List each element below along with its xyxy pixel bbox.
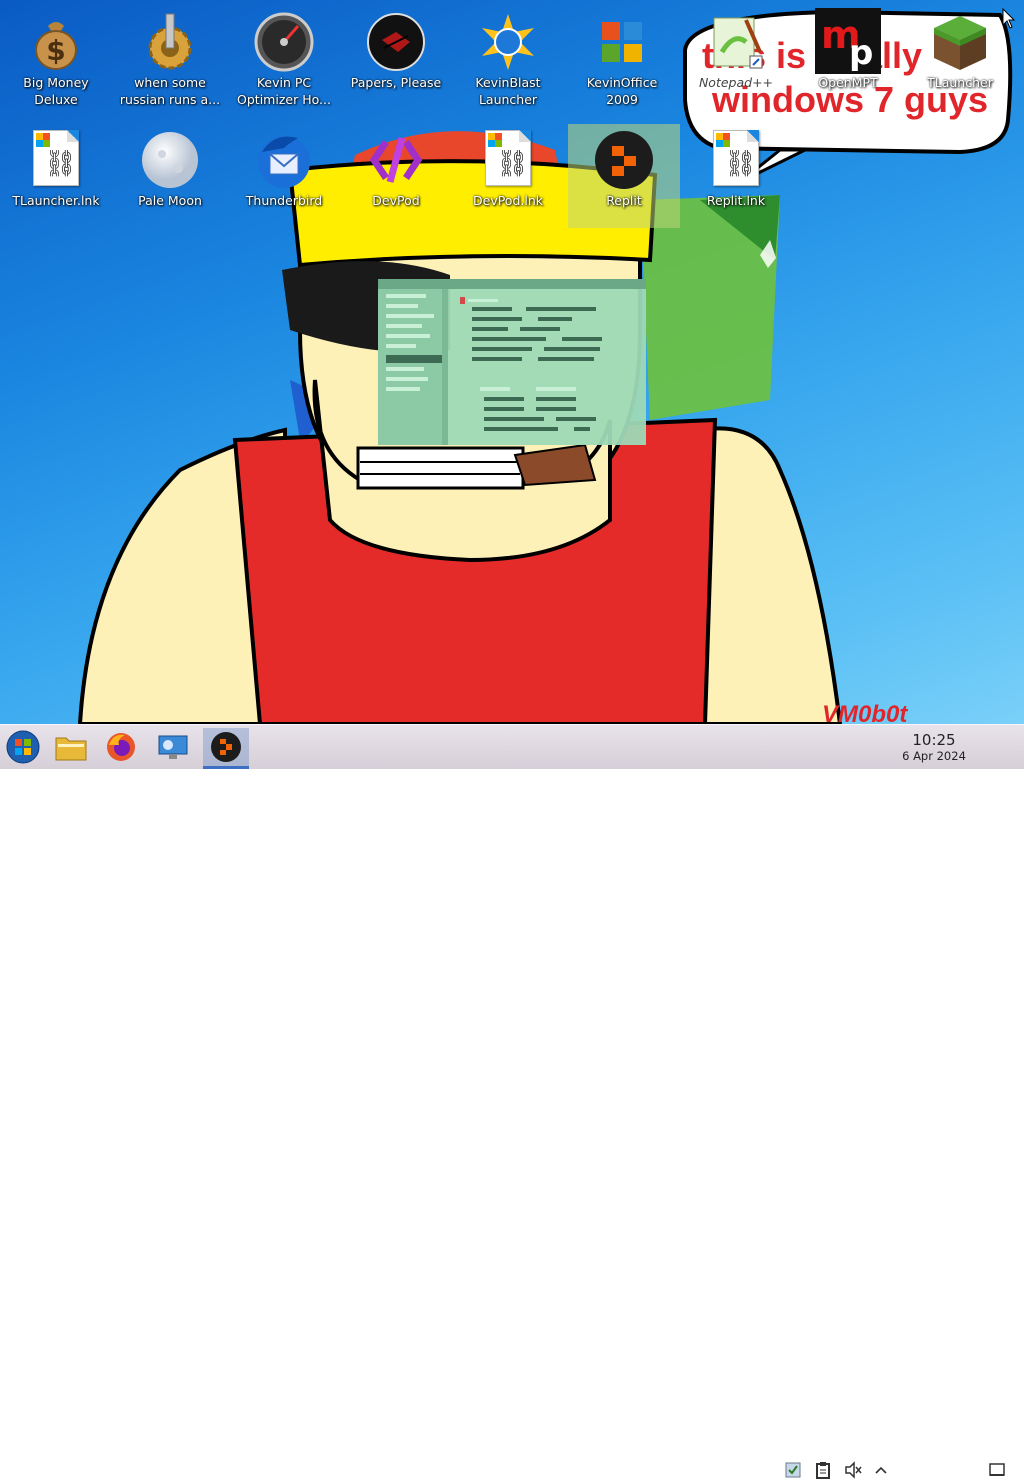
svg-text:$: $: [46, 34, 65, 67]
grass-block-icon: [930, 12, 990, 72]
desktop-icon-notepad-plus-plus[interactable]: Notepad++: [680, 6, 792, 110]
replit-icon: [594, 130, 654, 190]
desktop-icon-label: Notepad++: [698, 75, 774, 90]
desktop-icon-label: Replit: [606, 193, 642, 208]
clock-date: 6 Apr 2024: [902, 749, 966, 763]
desktop-icon-kevinoffice-2009[interactable]: KevinOffice 2009: [566, 6, 678, 110]
wallpaper-signature: VM0b0t: [822, 701, 908, 724]
start-orb-icon: [6, 730, 40, 764]
desktop-icon-label: Pale Moon: [138, 193, 202, 208]
taskbar-system-settings[interactable]: [152, 728, 194, 766]
tray-volume[interactable]: [842, 1459, 864, 1481]
taskbar-firefox[interactable]: [100, 728, 142, 766]
desktop-icon-devpod-lnk[interactable]: ⛓ DevPod.lnk: [452, 124, 564, 228]
office-icon: [592, 12, 652, 72]
desktop-icon-devpod[interactable]: DevPod: [340, 124, 452, 228]
file-explorer-icon: [55, 737, 87, 761]
desktop-icon-label: OpenMPT: [818, 75, 878, 90]
windows-flag-icon: [36, 133, 50, 147]
replit-icon: [211, 732, 241, 762]
svg-text:p: p: [849, 33, 873, 73]
speedometer-icon: [254, 12, 314, 72]
taskbar: [0, 724, 1024, 1479]
desktop-icon-label: KevinBlast Launcher: [475, 75, 541, 107]
desktop-icon-label: Replit.lnk: [706, 193, 766, 208]
clock-time: 10:25: [912, 731, 956, 749]
chain-link-icon: ⛓: [44, 149, 78, 179]
windows-flag-icon: [488, 133, 502, 147]
notepad-plus-plus-icon: [706, 12, 766, 72]
system-settings-icon: [158, 735, 188, 759]
money-bag-icon: $: [26, 12, 86, 72]
desktop-icon-label: Papers, Please: [350, 75, 442, 90]
desktop-icon-openmpt[interactable]: mp OpenMPT: [792, 6, 904, 110]
desktop-icon-kevinblast-launcher[interactable]: KevinBlast Launcher: [452, 6, 564, 110]
mouse-cursor-icon: [1002, 8, 1016, 29]
devpod-icon: [366, 130, 426, 190]
desktop-icon-label: when some russian runs a...: [119, 75, 221, 107]
shortcut-file-icon: ⛓: [706, 130, 766, 190]
tray-expand-icon: [875, 1466, 887, 1474]
tray-clipboard[interactable]: [812, 1459, 834, 1481]
updates-icon: [785, 1462, 801, 1478]
desktop-icon-tlauncher-lnk[interactable]: ⛓ TLauncher.lnk: [0, 124, 112, 228]
desktop-icon-papers-please[interactable]: Papers, Please: [340, 6, 452, 110]
desktop-icon-label: TLauncher.lnk: [12, 193, 100, 208]
tray-expand[interactable]: [870, 1459, 892, 1481]
code-editor-thumbnail: [378, 279, 646, 445]
desktop-icon-label: DevPod.lnk: [473, 193, 543, 208]
papers-please-icon: [366, 12, 426, 72]
gear-icon: [140, 12, 200, 72]
desktop-icon-label: KevinOffice 2009: [586, 75, 658, 107]
start-button[interactable]: [2, 728, 44, 766]
desktop-icon-thunderbird[interactable]: Thunderbird: [228, 124, 340, 228]
windows-flag-icon: [716, 133, 730, 147]
firefox-icon: [107, 733, 135, 761]
desktop-icon-label: Kevin PC Optimizer Ho...: [237, 75, 331, 107]
desktop-icon-label: TLauncher: [927, 75, 993, 90]
volume-muted-icon: [845, 1461, 862, 1479]
shortcut-file-icon: ⛓: [26, 130, 86, 190]
show-desktop-icon: [989, 1463, 1005, 1476]
clipboard-icon: [816, 1462, 830, 1479]
desktop-icon-label: Big Money Deluxe: [23, 75, 89, 107]
desktop-icon-label: DevPod: [372, 193, 420, 208]
openmpt-icon: mp: [815, 8, 881, 74]
shortcut-file-icon: ⛓: [478, 130, 538, 190]
desktop-icon-replit[interactable]: Replit: [568, 124, 680, 228]
desktop: this is totally windows 7 guys VM0b0t $ …: [0, 0, 1024, 724]
taskbar-replit[interactable]: [203, 728, 249, 769]
clock[interactable]: 10:25 6 Apr 2024: [896, 731, 972, 764]
desktop-icon-when-some-russian[interactable]: when some russian runs a...: [114, 6, 226, 110]
blast-launcher-icon: [478, 12, 538, 72]
desktop-icon-tlauncher[interactable]: TLauncher: [904, 6, 1016, 110]
tray-updates[interactable]: [782, 1459, 804, 1481]
desktop-icon-label: Thunderbird: [245, 193, 323, 208]
desktop-icon-kevin-pc-optimizer[interactable]: Kevin PC Optimizer Ho...: [228, 6, 340, 110]
show-desktop-button[interactable]: [986, 1459, 1008, 1481]
desktop-icon-pale-moon[interactable]: Pale Moon: [114, 124, 226, 228]
thunderbird-icon: [254, 130, 314, 190]
desktop-icon-replit-lnk[interactable]: ⛓ Replit.lnk: [680, 124, 792, 228]
chain-link-icon: ⛓: [496, 149, 530, 179]
moon-icon: [140, 130, 200, 190]
taskbar-file-explorer[interactable]: [50, 728, 92, 766]
chain-link-icon: ⛓: [724, 149, 758, 179]
desktop-icon-big-money-deluxe[interactable]: $ Big Money Deluxe: [0, 6, 112, 110]
